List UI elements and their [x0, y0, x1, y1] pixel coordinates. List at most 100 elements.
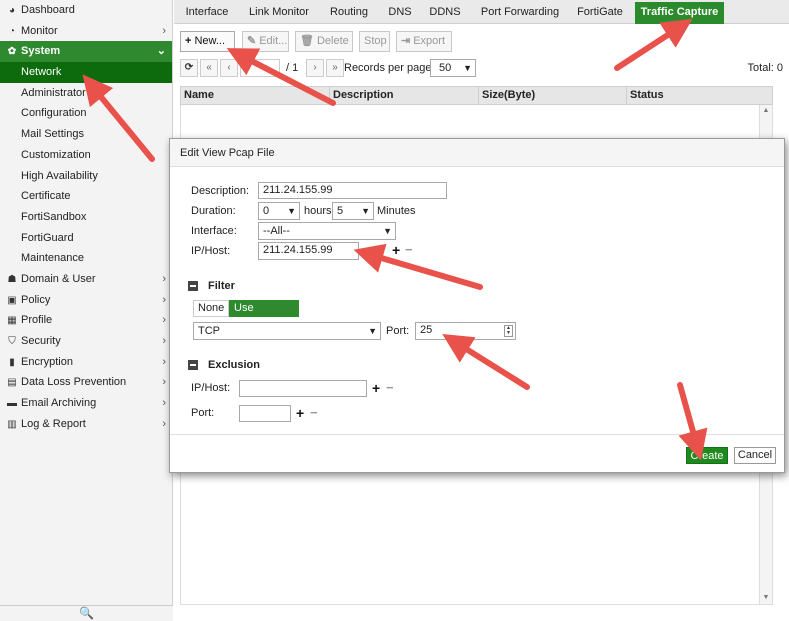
report-icon: ▥	[7, 418, 17, 430]
lock-icon: ▮	[9, 356, 15, 368]
exclusion-collapse-icon[interactable]	[188, 360, 198, 370]
sidebar-item-configuration[interactable]: Configuration	[0, 103, 172, 124]
refresh-icon[interactable]: ⟳	[180, 59, 198, 77]
pager: ⟳ « ‹ / 1 › » Records per page: 50 ▼ Tot…	[178, 58, 783, 80]
stepper-arrows-icon[interactable]: ▲ ▼	[504, 325, 513, 337]
exclusion-port-input[interactable]	[239, 405, 291, 422]
sidebar-item-system[interactable]: ✿ System ⌄	[0, 41, 172, 63]
tab-routing[interactable]: Routing	[318, 2, 380, 24]
filter-use-protocol-option[interactable]: Use protocol	[229, 300, 299, 329]
delete-button-label: Delete	[316, 35, 349, 47]
edit-pcap-dialog: Edit View Pcap File Description: 211.24.…	[169, 138, 785, 473]
port-label: Port:	[386, 325, 410, 337]
page-number-input[interactable]	[240, 59, 280, 77]
records-per-page-select[interactable]: 50 ▼	[430, 59, 476, 77]
sidebar-item-customization[interactable]: Customization	[0, 145, 172, 166]
duration-hours-select[interactable]: 0 ▼	[258, 202, 300, 220]
scroll-up-icon[interactable]: ▲	[760, 105, 772, 117]
chevron-down-icon: ▼	[368, 326, 377, 336]
sidebar-search-bar[interactable]: 🔍	[0, 605, 173, 621]
sidebar-item-label: Encryption	[21, 355, 73, 368]
stop-button[interactable]: Stop	[359, 31, 390, 52]
first-page-button[interactable]: «	[200, 59, 218, 77]
column-size[interactable]: Size(Byte)	[478, 87, 626, 104]
add-iphost-icon[interactable]: +	[392, 243, 400, 257]
sidebar-item-fortisandbox[interactable]: FortiSandbox	[0, 207, 172, 228]
create-button[interactable]: Create	[686, 447, 728, 464]
chevron-right-icon: ›	[162, 397, 166, 410]
sidebar-item-administrator[interactable]: Administrator	[0, 83, 172, 104]
sidebar-item-profile[interactable]: ▦ Profile ›	[0, 310, 172, 331]
sidebar-item-security[interactable]: ⛉ Security ›	[0, 331, 172, 352]
remove-iphost-icon[interactable]: −	[405, 243, 413, 257]
chevron-down-icon: ▼	[463, 63, 472, 73]
column-status[interactable]: Status	[626, 87, 772, 104]
tab-traffic-capture[interactable]: Traffic Capture	[635, 2, 724, 24]
sidebar-item-label: Dashboard	[21, 4, 75, 16]
sidebar-item-policy[interactable]: ▣ Policy ›	[0, 290, 172, 311]
add-exclusion-iphost-icon[interactable]: +	[372, 381, 380, 395]
chevron-down-icon: ▼	[361, 206, 370, 216]
sidebar-item-label: Security	[21, 335, 61, 347]
sidebar-item-network[interactable]: Network	[0, 62, 172, 83]
sidebar-item-log-report[interactable]: ▥ Log & Report ›	[0, 414, 172, 435]
prev-page-button[interactable]: ‹	[220, 59, 238, 77]
protocol-select[interactable]: TCP ▼	[193, 322, 381, 340]
remove-exclusion-iphost-icon[interactable]: −	[386, 381, 394, 395]
sidebar-item-monitor[interactable]: ◔ Monitor ›	[0, 21, 172, 42]
sidebar-item-encryption[interactable]: ▮ Encryption ›	[0, 352, 172, 373]
add-exclusion-port-icon[interactable]: +	[296, 406, 304, 420]
remove-exclusion-port-icon[interactable]: −	[310, 406, 318, 420]
iphost-input[interactable]: 211.24.155.99	[258, 242, 359, 260]
edit-button[interactable]: ✎ Edit...	[242, 31, 289, 52]
sidebar-item-high-availability[interactable]: High Availability	[0, 166, 172, 187]
column-name[interactable]: Name	[181, 87, 329, 104]
filter-none-option[interactable]: None	[193, 300, 229, 317]
tab-port-forwarding[interactable]: Port Forwarding	[470, 2, 570, 24]
description-input[interactable]: 211.24.155.99	[258, 182, 447, 199]
cancel-button[interactable]: Cancel	[734, 447, 776, 464]
trash-icon: 🗑	[300, 35, 314, 47]
chevron-down-icon: ▼	[287, 206, 296, 216]
next-page-button[interactable]: ›	[306, 59, 324, 77]
exclusion-iphost-input[interactable]	[239, 380, 367, 397]
new-button[interactable]: + New...	[180, 31, 235, 52]
scroll-down-icon[interactable]: ▼	[760, 592, 772, 604]
shield-icon: ⛉	[8, 336, 16, 347]
sidebar-item-fortiguard[interactable]: FortiGuard	[0, 228, 172, 249]
duration-minutes-select[interactable]: 5 ▼	[332, 202, 374, 220]
duration-minutes-value: 5	[337, 205, 344, 217]
tab-interface[interactable]: Interface	[174, 2, 240, 24]
policy-icon: ▣	[7, 294, 17, 306]
filter-collapse-icon[interactable]	[188, 281, 198, 291]
port-stepper[interactable]: 25 ▲ ▼	[415, 322, 516, 340]
chevron-right-icon: ›	[162, 335, 166, 347]
interface-select[interactable]: --All-- ▼	[258, 222, 396, 240]
exclusion-section-title: Exclusion	[208, 359, 260, 371]
sidebar-item-domain-user[interactable]: ☗ Domain & User ›	[0, 269, 172, 290]
tab-ddns[interactable]: DDNS	[420, 2, 470, 24]
search-icon[interactable]: 🔍	[79, 606, 94, 620]
sidebar-item-maintenance[interactable]: Maintenance	[0, 248, 172, 269]
chevron-right-icon: ›	[162, 272, 166, 285]
delete-button[interactable]: 🗑 Delete	[295, 31, 353, 52]
sidebar-item-label: High Availability	[21, 169, 98, 182]
sidebar-item-certificate[interactable]: Certificate	[0, 186, 172, 207]
column-description[interactable]: Description	[329, 87, 478, 104]
minutes-label: Minutes	[377, 205, 416, 217]
exclusion-port-label: Port:	[191, 407, 215, 419]
sidebar-item-label: Log & Report	[21, 417, 86, 430]
last-page-button[interactable]: »	[326, 59, 344, 77]
tab-fortigate[interactable]: FortiGate	[570, 2, 630, 24]
sidebar-item-dashboard[interactable]: ◕ Dashboard	[0, 0, 172, 21]
duration-hours-value: 0	[263, 205, 270, 217]
sidebar-item-email-archiving[interactable]: ▬ Email Archiving ›	[0, 393, 172, 414]
interface-label: Interface:	[191, 225, 237, 237]
sidebar-item-data-loss-prevention[interactable]: ▤ Data Loss Prevention ›	[0, 372, 172, 393]
tab-dns[interactable]: DNS	[380, 2, 420, 24]
sidebar-item-label: System	[21, 45, 61, 58]
dlp-icon: ▤	[7, 377, 17, 389]
sidebar-item-mail-settings[interactable]: Mail Settings	[0, 124, 172, 145]
export-button[interactable]: ⇥ Export	[396, 31, 452, 52]
tab-link-monitor[interactable]: Link Monitor	[240, 2, 318, 24]
